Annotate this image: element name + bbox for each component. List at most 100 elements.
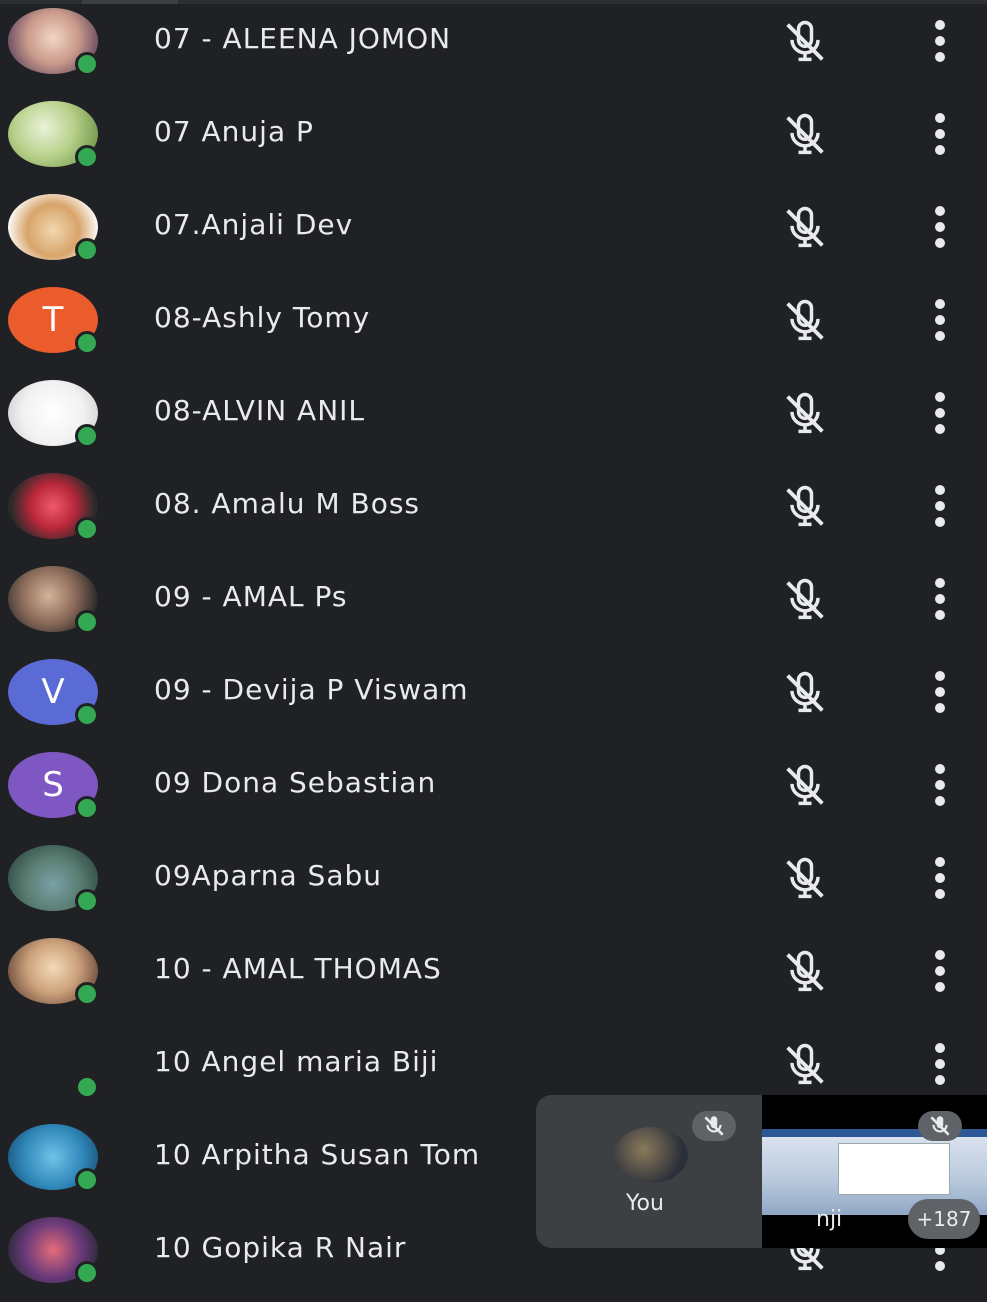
- participant-name: 10 Arpitha Susan Tom: [154, 1138, 481, 1171]
- mic-off-icon: [776, 946, 834, 998]
- more-vert-icon-dot: [935, 687, 945, 697]
- participant-name: 09 - Devija P Viswam: [154, 673, 469, 706]
- more-options-button[interactable]: [926, 483, 954, 529]
- more-vert-icon-dot: [935, 113, 945, 123]
- presence-indicator: [75, 331, 99, 355]
- participant-name: 07 - ALEENA JOMON: [154, 22, 452, 55]
- self-label: You: [626, 1191, 664, 1216]
- more-vert-icon-dot: [935, 517, 945, 527]
- mic-off-icon: [776, 481, 834, 533]
- self-avatar: [614, 1127, 688, 1183]
- more-vert-icon-dot: [935, 1075, 945, 1085]
- more-vert-icon-dot: [935, 485, 945, 495]
- mic-off-badge: [918, 1111, 962, 1141]
- more-options-button[interactable]: [926, 762, 954, 808]
- more-options-button[interactable]: [926, 18, 954, 64]
- presence-indicator: [75, 889, 99, 913]
- participant-row[interactable]: 07.Anjali Dev: [0, 186, 987, 279]
- presence-indicator: [75, 424, 99, 448]
- more-options-button[interactable]: [926, 855, 954, 901]
- participant-row[interactable]: V 09 - Devija P Viswam: [0, 651, 987, 744]
- more-vert-icon-dot: [935, 408, 945, 418]
- more-vert-icon-dot: [935, 780, 945, 790]
- more-options-button[interactable]: [926, 669, 954, 715]
- more-vert-icon-dot: [935, 1043, 945, 1053]
- participant-name: 10 - AMAL THOMAS: [154, 952, 442, 985]
- more-vert-icon-dot: [935, 857, 945, 867]
- participant-name: 09 - AMAL Ps: [154, 580, 348, 613]
- participant-row[interactable]: 08. Amalu M Boss: [0, 465, 987, 558]
- more-vert-icon-dot: [935, 222, 945, 232]
- participant-count-badge[interactable]: +187: [908, 1199, 980, 1239]
- more-vert-icon-dot: [935, 703, 945, 713]
- participant-row[interactable]: 08-ALVIN ANIL: [0, 372, 987, 465]
- mic-off-icon: [776, 667, 834, 719]
- more-vert-icon-dot: [935, 52, 945, 62]
- participant-name: 08-Ashly Tomy: [154, 301, 371, 334]
- more-vert-icon-dot: [935, 501, 945, 511]
- presence-indicator: [75, 145, 99, 169]
- more-vert-icon-dot: [935, 1059, 945, 1069]
- more-vert-icon-dot: [935, 671, 945, 681]
- more-options-button[interactable]: [926, 204, 954, 250]
- more-vert-icon-dot: [935, 982, 945, 992]
- more-options-button[interactable]: [926, 390, 954, 436]
- more-vert-icon-dot: [935, 392, 945, 402]
- mic-off-icon: [776, 295, 834, 347]
- presence-indicator: [75, 1075, 99, 1099]
- participant-row[interactable]: 09 - AMAL Ps: [0, 558, 987, 651]
- more-vert-icon-dot: [935, 206, 945, 216]
- mic-off-icon: [776, 574, 834, 626]
- participant-row[interactable]: S 09 Dona Sebastian: [0, 744, 987, 837]
- participant-name: 07.Anjali Dev: [154, 208, 354, 241]
- more-options-button[interactable]: [926, 297, 954, 343]
- mic-off-icon: [776, 202, 834, 254]
- more-vert-icon-dot: [935, 873, 945, 883]
- more-options-button[interactable]: [926, 1041, 954, 1087]
- presentation-tile[interactable]: nji +187: [762, 1095, 987, 1248]
- more-vert-icon-dot: [935, 36, 945, 46]
- participant-name: 09Aparna Sabu: [154, 859, 382, 892]
- more-vert-icon-dot: [935, 299, 945, 309]
- participant-row[interactable]: 09Aparna Sabu: [0, 837, 987, 930]
- mic-off-icon: [776, 1039, 834, 1091]
- self-view-overlay[interactable]: You nji +187: [536, 1095, 987, 1248]
- more-vert-icon-dot: [935, 20, 945, 30]
- more-vert-icon-dot: [935, 950, 945, 960]
- participant-row[interactable]: T 08-Ashly Tomy: [0, 279, 987, 372]
- presentation-caption: nji: [816, 1207, 843, 1232]
- participant-name: 10 Gopika R Nair: [154, 1231, 407, 1264]
- presence-indicator: [75, 703, 99, 727]
- more-vert-icon-dot: [935, 145, 945, 155]
- mic-off-icon: [776, 760, 834, 812]
- participant-row[interactable]: 10 - AMAL THOMAS: [0, 930, 987, 1023]
- mic-off-badge: [692, 1111, 736, 1141]
- mic-off-icon: [776, 853, 834, 905]
- presence-indicator: [75, 796, 99, 820]
- participant-name: 07 Anuja P: [154, 115, 314, 148]
- self-tile[interactable]: You: [536, 1095, 762, 1248]
- more-vert-icon-dot: [935, 889, 945, 899]
- more-vert-icon-dot: [935, 238, 945, 248]
- mic-off-icon: [930, 1116, 950, 1136]
- presence-indicator: [75, 517, 99, 541]
- more-vert-icon-dot: [935, 424, 945, 434]
- participant-name: 08-ALVIN ANIL: [154, 394, 366, 427]
- mic-off-icon: [776, 388, 834, 440]
- more-vert-icon-dot: [935, 578, 945, 588]
- participant-row[interactable]: 07 - ALEENA JOMON: [0, 0, 987, 93]
- more-options-button[interactable]: [926, 948, 954, 994]
- presence-indicator: [75, 52, 99, 76]
- more-vert-icon-dot: [935, 966, 945, 976]
- mic-off-icon: [704, 1116, 724, 1136]
- mic-off-icon: [776, 109, 834, 161]
- more-vert-icon-dot: [935, 796, 945, 806]
- presence-indicator: [75, 982, 99, 1006]
- more-options-button[interactable]: [926, 111, 954, 157]
- presence-indicator: [75, 1168, 99, 1192]
- participant-row[interactable]: 07 Anuja P: [0, 93, 987, 186]
- mic-off-icon: [776, 16, 834, 68]
- more-options-button[interactable]: [926, 576, 954, 622]
- more-vert-icon-dot: [935, 764, 945, 774]
- participant-name: 09 Dona Sebastian: [154, 766, 437, 799]
